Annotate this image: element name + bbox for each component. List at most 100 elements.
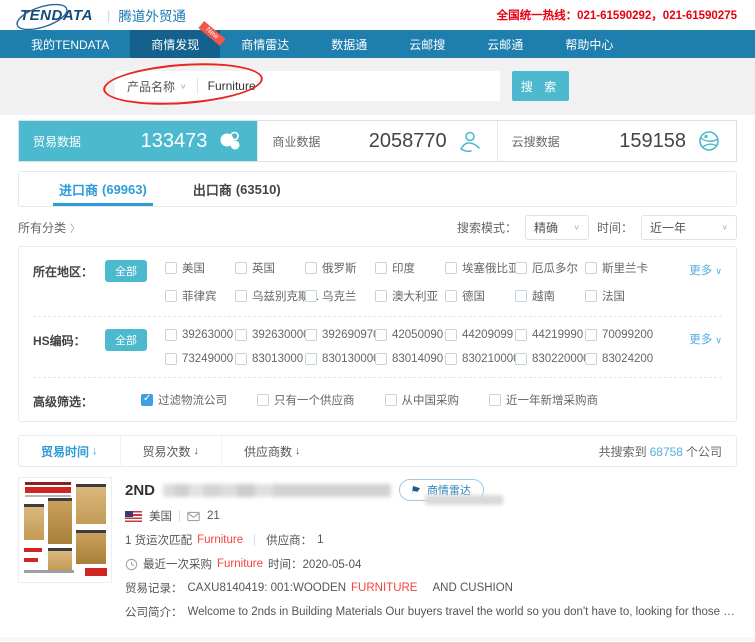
hs-checkbox[interactable]: 39263000 bbox=[165, 329, 235, 341]
hs-checkbox[interactable]: 42050090 bbox=[375, 329, 445, 341]
advanced-checkbox-filter-logistics[interactable]: 过滤物流公司 bbox=[141, 392, 227, 408]
divider bbox=[179, 510, 180, 522]
main-nav: 我的TENDATA 商情发现 New 商情雷达 数据通 云邮搜 云邮通 帮助中心 bbox=[0, 30, 755, 58]
result-item-1: 2ND 商情雷达 美国 21 1 货运次匹配 Furniture 供应商： bbox=[0, 467, 755, 641]
sort-trade-count[interactable]: 贸易次数↓ bbox=[120, 436, 222, 466]
company-name[interactable]: 2ND bbox=[125, 482, 155, 499]
checkbox-icon bbox=[235, 290, 247, 302]
nav-item-my-tendata[interactable]: 我的TENDATA bbox=[10, 30, 130, 58]
company-intro-row: 公司简介： Welcome to 2nds in Building Materi… bbox=[125, 604, 737, 620]
nav-item-radar[interactable]: 商情雷达 bbox=[220, 30, 310, 58]
filter-region-row: 所在地区： 全部 美国 英国 俄罗斯 印度 埃塞俄比亚 厄瓜多尔 斯里兰卡 菲律… bbox=[33, 260, 722, 304]
hs-checkbox[interactable]: 3926300000 bbox=[235, 329, 305, 341]
checkbox-icon bbox=[235, 329, 247, 341]
hs-checkbox[interactable]: 8301300000 bbox=[305, 353, 375, 365]
stats-bar: 贸易数据 133473 商业数据 2058770 云搜数据 159158 bbox=[18, 120, 737, 162]
search-box: 产品名称 ∨ bbox=[115, 71, 500, 101]
search-button[interactable]: 搜 索 bbox=[512, 71, 569, 101]
advanced-checkbox-new-buyers[interactable]: 近一年新增采购商 bbox=[489, 392, 598, 408]
checkbox-icon bbox=[515, 290, 527, 302]
advanced-checkbox-single-supplier[interactable]: 只有一个供应商 bbox=[257, 392, 355, 408]
region-checkbox[interactable]: 澳大利亚 bbox=[375, 288, 445, 304]
region-checkbox[interactable]: 乌克兰 bbox=[305, 288, 375, 304]
hs-checkbox[interactable]: 8302100000 bbox=[445, 353, 515, 365]
radar-flag-icon bbox=[409, 484, 422, 497]
us-flag-icon bbox=[125, 511, 142, 522]
toolbar-right: 搜索模式： 精确 ∨ 时间： 近一年 ∨ bbox=[457, 215, 737, 240]
hs-checkbox[interactable]: 44219990 bbox=[515, 329, 585, 341]
region-checkbox[interactable]: 越南 bbox=[515, 288, 585, 304]
company-thumbnail[interactable] bbox=[18, 477, 112, 583]
region-checkbox[interactable]: 美国 bbox=[165, 260, 235, 276]
region-checkbox[interactable]: 德国 bbox=[445, 288, 515, 304]
redacted-company-name bbox=[163, 484, 391, 497]
region-checkbox[interactable]: 法国 bbox=[585, 288, 655, 304]
filter-advanced-row: 高级筛选： 过滤物流公司 只有一个供应商 从中国采购 近一年新增采购商 bbox=[33, 390, 722, 410]
all-categories-link[interactable]: 所有分类 〉 bbox=[18, 219, 80, 236]
advanced-checkbox-from-china[interactable]: 从中国采购 bbox=[385, 392, 460, 408]
search-category-dropdown[interactable]: 产品名称 ∨ bbox=[115, 78, 197, 95]
search-mode-label: 搜索模式： bbox=[457, 219, 517, 236]
region-all-button[interactable]: 全部 bbox=[105, 260, 147, 282]
redacted-company-name bbox=[425, 495, 503, 505]
result-count: 共搜索到68758个公司 bbox=[599, 443, 736, 460]
hs-checkbox[interactable]: 73249000 bbox=[165, 353, 235, 365]
checkbox-icon bbox=[445, 353, 457, 365]
nav-item-cloud-mail-search[interactable]: 云邮搜 bbox=[388, 30, 466, 58]
company-meta-row: 美国 21 bbox=[125, 508, 737, 524]
nav-item-discovery[interactable]: 商情发现 New bbox=[130, 30, 220, 58]
nav-item-datatong[interactable]: 数据通 bbox=[310, 30, 388, 58]
logo-text: TENDATA bbox=[20, 7, 93, 24]
region-checkbox[interactable]: 印度 bbox=[375, 260, 445, 276]
checkbox-icon bbox=[445, 290, 457, 302]
region-checkbox[interactable]: 英国 bbox=[235, 260, 305, 276]
stat-business-data[interactable]: 商业数据 2058770 bbox=[257, 121, 496, 161]
region-options: 美国 英国 俄罗斯 印度 埃塞俄比亚 厄瓜多尔 斯里兰卡 菲律宾 乌兹别克斯..… bbox=[165, 260, 689, 304]
hs-checkbox[interactable]: 83013000 bbox=[235, 353, 305, 365]
nav-item-help-center[interactable]: 帮助中心 bbox=[544, 30, 634, 58]
hs-checkbox[interactable]: 44209099 bbox=[445, 329, 515, 341]
hs-checkbox[interactable]: 8302200000 bbox=[515, 353, 585, 365]
search-mode-select[interactable]: 精确 ∨ bbox=[525, 215, 589, 240]
region-checkbox[interactable]: 厄瓜多尔 bbox=[515, 260, 585, 276]
hs-all-button[interactable]: 全部 bbox=[105, 329, 147, 351]
region-label: 所在地区： bbox=[33, 260, 105, 280]
sort-supplier-count[interactable]: 供应商数↓ bbox=[221, 436, 323, 466]
header: TENDATA | 腾道外贸通 全国统一热线：021-61590292，021-… bbox=[0, 0, 755, 30]
chevron-down-icon: ∨ bbox=[180, 82, 187, 91]
search-input[interactable] bbox=[198, 79, 500, 93]
checkbox-icon bbox=[445, 262, 457, 274]
region-checkbox[interactable]: 斯里兰卡 bbox=[585, 260, 655, 276]
hs-checkbox[interactable]: 83014090 bbox=[375, 353, 445, 365]
region-checkbox[interactable]: 菲律宾 bbox=[165, 288, 235, 304]
checkbox-icon bbox=[165, 290, 177, 302]
checkbox-icon bbox=[489, 394, 501, 406]
region-checkbox[interactable]: 乌兹别克斯... bbox=[235, 288, 305, 304]
result-body: 2ND 商情雷达 美国 21 1 货运次匹配 Furniture 供应商： bbox=[125, 477, 737, 628]
checkbox-icon bbox=[235, 262, 247, 274]
stat-trade-data[interactable]: 贸易数据 133473 bbox=[19, 121, 257, 161]
tab-exporters[interactable]: 出口商 (63510) bbox=[193, 172, 281, 206]
match-row: 1 货运次匹配 Furniture 供应商： 1 bbox=[125, 532, 737, 548]
last-purchase-row: 最近一次采购 Furniture 时间：2020-05-04 bbox=[125, 556, 737, 572]
sort-trade-time[interactable]: 贸易时间↓ bbox=[19, 436, 120, 466]
divider bbox=[33, 377, 722, 378]
time-select[interactable]: 近一年 ∨ bbox=[641, 215, 737, 240]
nav-item-cloud-mail[interactable]: 云邮通 bbox=[466, 30, 544, 58]
region-more-link[interactable]: 更多 ∨ bbox=[689, 260, 722, 278]
hs-checkbox[interactable]: 83024200 bbox=[585, 353, 655, 365]
tab-importers[interactable]: 进口商 (69963) bbox=[59, 172, 147, 206]
checkbox-icon bbox=[375, 290, 387, 302]
hs-more-link[interactable]: 更多 ∨ bbox=[689, 329, 722, 347]
keyword-highlight: FURNITURE bbox=[351, 582, 417, 594]
region-checkbox[interactable]: 俄罗斯 bbox=[305, 260, 375, 276]
checkbox-icon bbox=[585, 329, 597, 341]
checkbox-icon bbox=[585, 290, 597, 302]
stat-cloud-search-data[interactable]: 云搜数据 159158 bbox=[497, 121, 736, 161]
search-section: 产品名称 ∨ 搜 索 bbox=[0, 58, 755, 115]
region-checkbox[interactable]: 埃塞俄比亚 bbox=[445, 260, 515, 276]
poster-art bbox=[25, 482, 71, 497]
company-title-row: 2ND 商情雷达 bbox=[125, 479, 737, 501]
hs-checkbox[interactable]: 3926909709 bbox=[305, 329, 375, 341]
hs-checkbox[interactable]: 70099200 bbox=[585, 329, 655, 341]
